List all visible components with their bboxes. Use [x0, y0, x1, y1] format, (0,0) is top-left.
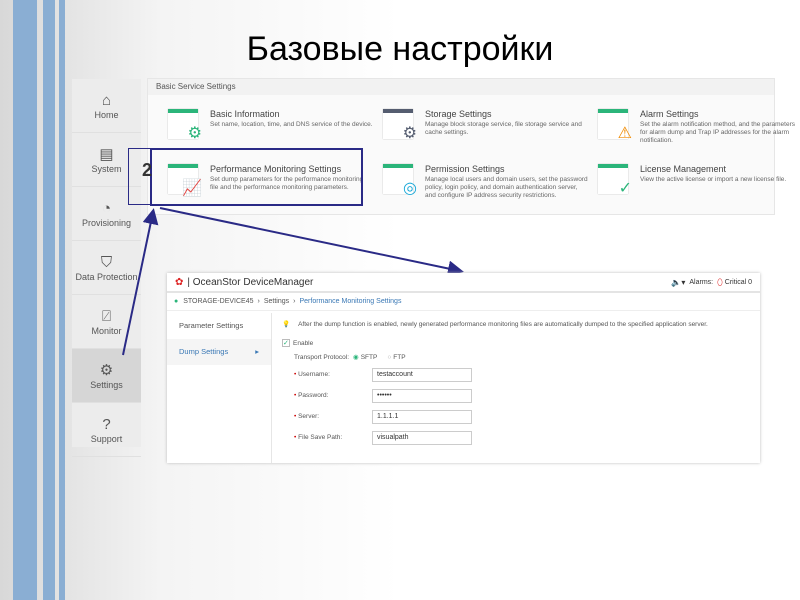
alarms-label: Alarms: — [689, 278, 714, 286]
field-input-password[interactable]: •••••• — [372, 388, 472, 403]
form-row: • File Save Path: visualpath — [282, 427, 760, 448]
ftp-label: FTP — [393, 353, 406, 361]
field-label: • Password: — [294, 392, 329, 399]
critical-alarm-icon: ⬯ — [717, 276, 723, 287]
protocol-label: Transport Protocol: — [294, 353, 350, 361]
nav-parameter-settings[interactable]: Parameter Settings — [167, 313, 271, 339]
app-header: ✿ | OceanStor DeviceManager 🔈▾ Alarms: ⬯… — [167, 273, 760, 293]
nav-label: Dump Settings — [179, 347, 229, 356]
sftp-radio[interactable]: ◉ — [353, 353, 359, 361]
lightbulb-icon: 💡 — [282, 321, 291, 328]
field-input-file-save-path[interactable]: visualpath — [372, 430, 472, 445]
breadcrumb-settings[interactable]: Settings — [264, 298, 289, 305]
breadcrumb: ● STORAGE-DEVICE45 › Settings › Performa… — [167, 293, 760, 311]
left-nav: Parameter Settings Dump Settings ▸ — [167, 313, 272, 463]
app-title: | OceanStor DeviceManager — [187, 276, 314, 288]
status-dot-icon: ● — [174, 298, 179, 305]
field-input-username[interactable]: testaccount — [372, 367, 472, 382]
enable-label: Enable — [293, 339, 314, 347]
field-label: • File Save Path: — [294, 434, 343, 441]
field-label: • Server: — [294, 413, 320, 420]
nav-dump-settings[interactable]: Dump Settings ▸ — [167, 339, 271, 365]
sound-icon[interactable]: 🔈▾ — [671, 278, 685, 287]
enable-checkbox[interactable]: ✓ — [282, 339, 290, 347]
devicemanager-screenshot: ✿ | OceanStor DeviceManager 🔈▾ Alarms: ⬯… — [167, 273, 760, 463]
breadcrumb-current: Performance Monitoring Settings — [299, 298, 402, 305]
form-row: • Username: testaccount — [282, 364, 760, 385]
dump-settings-form: 💡 After the dump function is enabled, new… — [282, 316, 760, 448]
huawei-logo-icon: ✿ — [175, 276, 184, 288]
chevron-right-icon: ▸ — [255, 347, 259, 356]
form-row: • Server: 1.1.1.1 — [282, 406, 760, 427]
field-input-server[interactable]: 1.1.1.1 — [372, 409, 472, 424]
breadcrumb-device[interactable]: STORAGE-DEVICE45 — [183, 298, 253, 305]
field-label: • Username: — [294, 371, 330, 378]
ftp-radio[interactable]: ○ — [387, 354, 391, 361]
critical-count[interactable]: Critical 0 — [725, 279, 752, 286]
form-row: • Password: •••••• — [282, 385, 760, 406]
arrow-settings-to-card — [122, 208, 159, 356]
arrow-card-to-page — [159, 207, 464, 277]
sftp-label: SFTP — [360, 353, 378, 361]
tip-text: After the dump function is enabled, newl… — [298, 320, 708, 328]
